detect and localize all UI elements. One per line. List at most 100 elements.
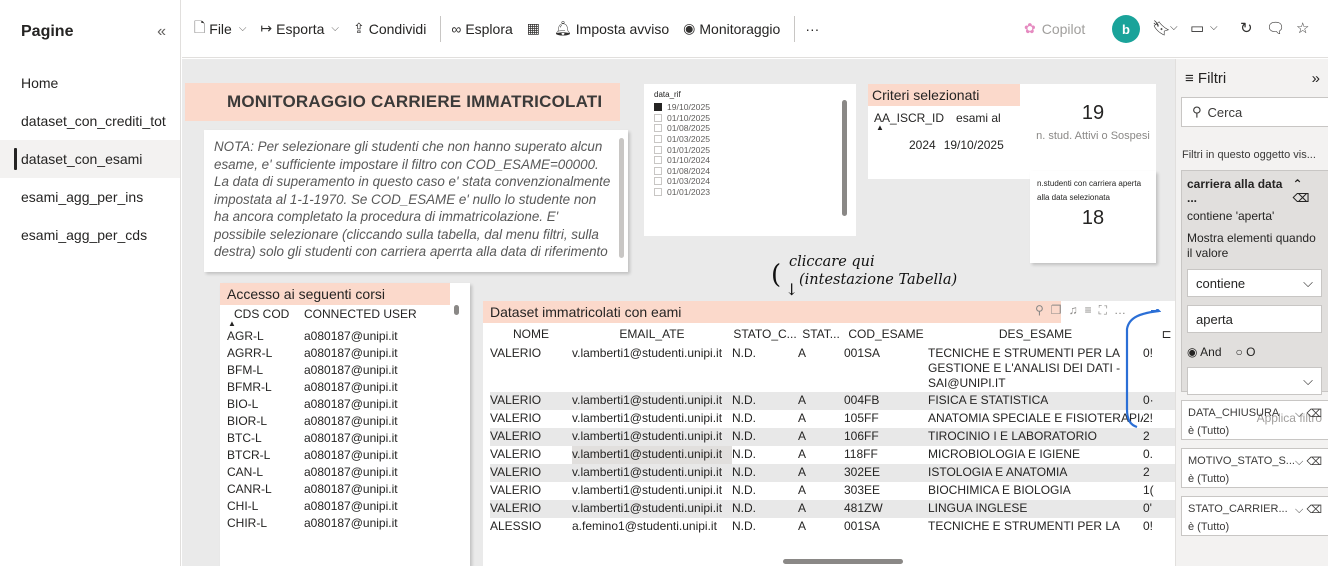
page-item-dataset-con-crediti-tot[interactable]: dataset_con_crediti_tot xyxy=(0,102,180,140)
slicer-option[interactable]: 01/08/2025 xyxy=(654,123,846,134)
filter-card-motivo-stato[interactable]: MOTIVO_STATO_S... ⌵ ⌫ è (Tutto) xyxy=(1181,448,1328,488)
table-row[interactable]: AGRR-L a080187@unipi.it xyxy=(220,344,470,361)
table-row[interactable]: VALERIO v.lamberti1@studenti.unipi.it N.… xyxy=(490,500,1175,518)
table-row[interactable]: BFMR-L a080187@unipi.it xyxy=(220,378,470,395)
table-icon-button[interactable]: ▦ xyxy=(527,20,540,37)
courses-scrollbar[interactable] xyxy=(454,305,459,315)
and-radio[interactable]: ◉ And xyxy=(1187,345,1222,359)
checkbox-icon[interactable] xyxy=(654,177,662,186)
note-scrollbar[interactable] xyxy=(619,138,624,258)
collapse-icon[interactable]: « xyxy=(157,23,166,41)
table-row[interactable]: CANR-L a080187@unipi.it xyxy=(220,480,470,497)
truncated-cell: 2 xyxy=(1143,428,1175,446)
column-header[interactable]: DES_ESAME xyxy=(928,323,1143,345)
favorite-star-icon[interactable]: ☆ xyxy=(1296,19,1309,37)
column-header[interactable]: CONNECTED USER xyxy=(304,307,417,321)
chevron-down-eraser-icons[interactable]: ⌵ ⌫ xyxy=(1295,503,1322,517)
table-row[interactable]: CHIR-L a080187@unipi.it xyxy=(220,514,470,531)
page-item-esami-agg-per-ins[interactable]: esami_agg_per_ins xyxy=(0,178,180,216)
chevron-down-icon[interactable]: ⌵ xyxy=(1170,22,1178,33)
page-item-dataset-con-esami[interactable]: dataset_con_esami xyxy=(0,140,180,178)
focus-mode-icon[interactable]: ⛶ xyxy=(1099,303,1114,317)
filter-icon[interactable]: ≡ xyxy=(1085,303,1099,317)
column-header[interactable]: COD_ESAME xyxy=(844,323,928,345)
slicer-option[interactable]: 19/10/2025 xyxy=(654,102,846,113)
slicer-option[interactable]: 01/08/2024 xyxy=(654,166,846,177)
slicer-option[interactable]: 01/10/2025 xyxy=(654,113,846,124)
table-row[interactable]: BIOR-L a080187@unipi.it xyxy=(220,412,470,429)
checkbox-icon[interactable] xyxy=(654,113,662,122)
page-item-home[interactable]: Home xyxy=(0,64,180,102)
filter-card-data-chiusura[interactable]: DATA_CHIUSURA ⌵ ⌫ è (Tutto) xyxy=(1181,400,1328,440)
export-menu-button[interactable]: ↦ Esporta ⌵ xyxy=(260,20,339,37)
table-row[interactable]: BTCR-L a080187@unipi.it xyxy=(220,446,470,463)
column-header[interactable]: esami al xyxy=(956,111,1001,125)
filter-card-stato-carriera[interactable]: STATO_CARRIER... ⌵ ⌫ è (Tutto) xyxy=(1181,496,1328,536)
slicer-option[interactable]: 01/10/2024 xyxy=(654,155,846,166)
column-header[interactable]: NOME xyxy=(490,323,572,345)
table-row[interactable]: VALERIO v.lamberti1@studenti.unipi.it N.… xyxy=(490,464,1175,482)
slicer-option[interactable]: 01/01/2025 xyxy=(654,144,846,155)
checkbox-checked-icon[interactable] xyxy=(654,103,662,112)
filter-card-title[interactable]: carriera alla data ... ⌃ ⌫ xyxy=(1187,177,1322,205)
table-row[interactable]: VALERIO v.lamberti1@studenti.unipi.it N.… xyxy=(490,410,1175,428)
chevron-down-eraser-icons[interactable]: ⌵ ⌫ xyxy=(1295,455,1322,469)
monitoring-label: Monitoraggio xyxy=(699,20,781,37)
table-row[interactable]: BIO-L a080187@unipi.it xyxy=(220,395,470,412)
table-row[interactable]: CHI-L a080187@unipi.it xyxy=(220,497,470,514)
table-row[interactable]: VALERIO v.lamberti1@studenti.unipi.it N.… xyxy=(490,428,1175,446)
bookmark-icon[interactable]: 🔖︎ xyxy=(1152,19,1171,37)
checkbox-icon[interactable] xyxy=(654,145,662,154)
checkbox-icon[interactable] xyxy=(654,124,662,133)
monitoring-button[interactable]: ◉ Monitoraggio xyxy=(683,20,780,37)
copy-icon[interactable]: ❐ xyxy=(1051,303,1069,317)
view-icon[interactable]: ▭ xyxy=(1190,19,1204,37)
filters-search-input[interactable]: ⚲ Cerca xyxy=(1181,97,1328,127)
table-row[interactable]: VALERIO v.lamberti1@studenti.unipi.it N.… xyxy=(490,446,1175,464)
checkbox-icon[interactable] xyxy=(654,156,662,165)
share-button[interactable]: ⇪ Condividi xyxy=(353,20,426,37)
avatar[interactable]: b xyxy=(1112,15,1140,43)
chevron-down-eraser-icons[interactable]: ⌵ ⌫ xyxy=(1295,407,1322,421)
table-row[interactable]: CAN-L a080187@unipi.it xyxy=(220,463,470,480)
copilot-button[interactable]: ✿ Copilot xyxy=(1024,20,1085,37)
column-header[interactable]: EMAIL_ATE xyxy=(572,323,732,345)
slicer-option[interactable]: 01/01/2023 xyxy=(654,187,846,198)
checkbox-icon[interactable] xyxy=(654,135,662,144)
chevron-up-eraser-icons[interactable]: ⌃ ⌫ xyxy=(1293,177,1322,205)
column-header[interactable]: CDS COD xyxy=(234,307,304,321)
refresh-icon[interactable]: ↻ xyxy=(1240,19,1253,37)
explore-button[interactable]: ∞ Esplora xyxy=(451,21,512,37)
table-row[interactable]: AGR-L a080187@unipi.it xyxy=(220,327,470,344)
comment-icon[interactable]: 🗨︎ xyxy=(1266,19,1285,37)
operator-dropdown[interactable]: contiene ⌵ xyxy=(1187,269,1322,297)
table-row[interactable]: VALERIO v.lamberti1@studenti.unipi.it N.… xyxy=(490,482,1175,500)
set-alert-button[interactable]: 🔔︎ Imposta avviso xyxy=(554,20,669,37)
column-header[interactable]: AA_ISCR_ID xyxy=(874,111,944,125)
table-row[interactable]: BFM-L a080187@unipi.it xyxy=(220,361,470,378)
pin-icon[interactable]: ⚲ xyxy=(1035,303,1051,317)
or-radio[interactable]: ○ O xyxy=(1236,345,1256,359)
filter-value-input[interactable]: aperta xyxy=(1187,305,1322,333)
table-row[interactable]: VALERIO v.lamberti1@studenti.unipi.it N.… xyxy=(490,345,1175,392)
collapse-pane-icon[interactable]: » xyxy=(1312,70,1320,87)
column-header[interactable]: STAT... xyxy=(798,323,844,345)
dataset-horizontal-scrollbar[interactable] xyxy=(783,559,903,564)
table-row[interactable]: ALESSIO a.femino1@studenti.unipi.it N.D.… xyxy=(490,518,1175,536)
alert-bell-icon[interactable]: ♫ xyxy=(1069,303,1085,317)
chevron-down-icon[interactable]: ⌵ xyxy=(1210,22,1218,33)
slicer-option[interactable]: 01/03/2024 xyxy=(654,176,846,187)
table-row[interactable]: BTC-L a080187@unipi.it xyxy=(220,429,470,446)
dataset-header[interactable]: Dataset immatricolati con eami xyxy=(483,301,1061,323)
checkbox-icon[interactable] xyxy=(654,188,662,197)
more-options-button[interactable]: ··· xyxy=(805,21,819,37)
slicer-scrollbar[interactable] xyxy=(842,100,847,216)
file-menu-button[interactable]: 🗋 File ⌵ xyxy=(194,17,246,41)
table-row[interactable]: VALERIO v.lamberti1@studenti.unipi.it N.… xyxy=(490,392,1175,410)
checkbox-icon[interactable] xyxy=(654,166,662,175)
page-item-esami-agg-per-cds[interactable]: esami_agg_per_cds xyxy=(0,216,180,254)
second-operator-dropdown[interactable]: ⌵ xyxy=(1187,367,1322,395)
column-header[interactable]: STATO_C... xyxy=(732,323,798,345)
stato-c-cell: N.D. xyxy=(732,392,798,410)
slicer-option[interactable]: 01/03/2025 xyxy=(654,134,846,145)
